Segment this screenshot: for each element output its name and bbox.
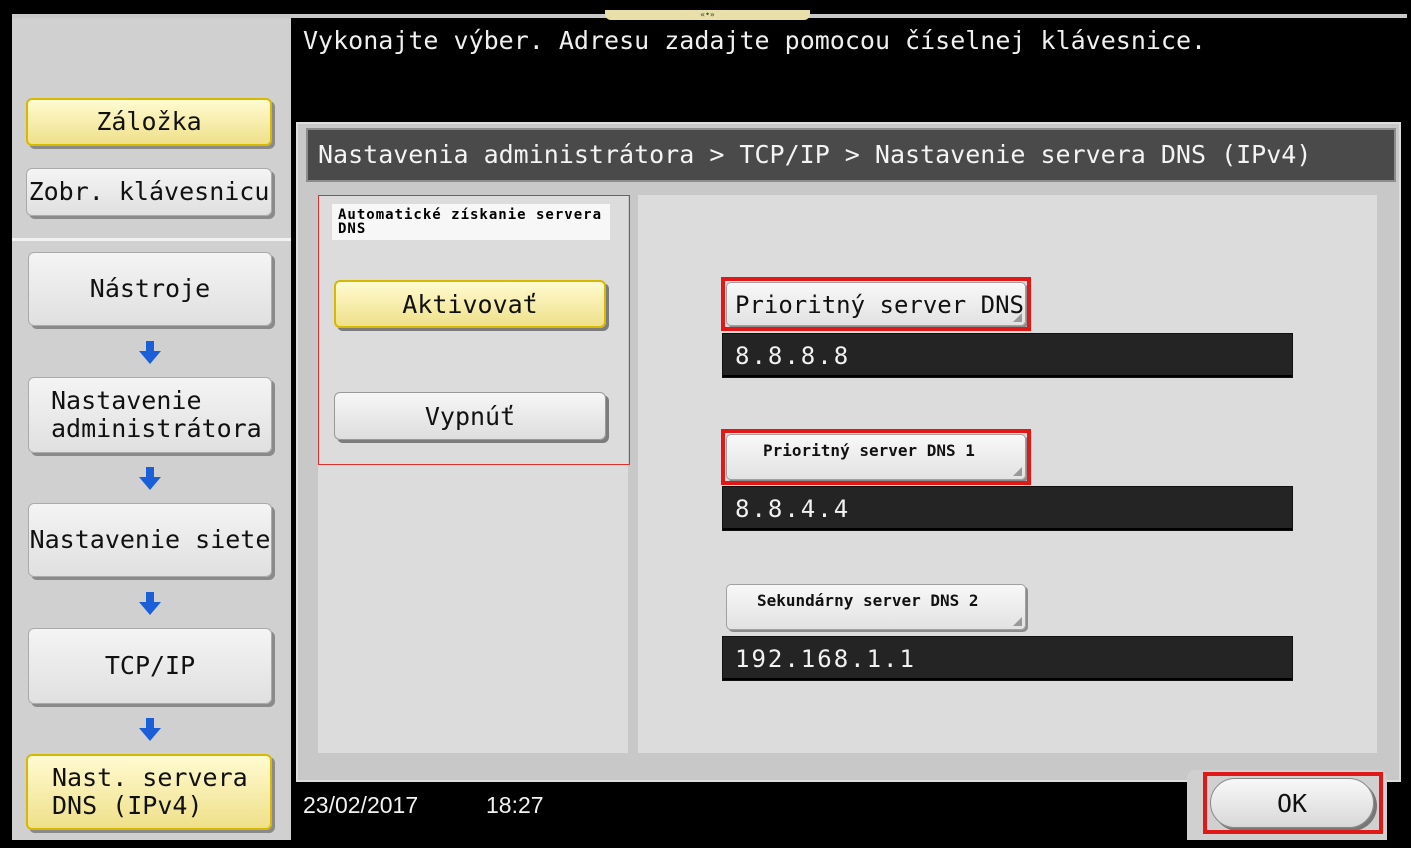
- show-keyboard-label: Zobr. klávesnicu: [28, 177, 270, 206]
- sidebar-item-label: Nastavenie administrátora: [51, 386, 262, 443]
- sidebar-item-tools[interactable]: Nástroje: [28, 252, 272, 326]
- enable-label: Aktivovať: [402, 289, 538, 319]
- primary-dns-1-field[interactable]: 8.8.4.4: [722, 486, 1293, 531]
- bookmark-label: Záložka: [96, 107, 202, 136]
- sidebar-item-network-settings[interactable]: Nastavenie siete: [28, 503, 272, 577]
- primary-dns-field[interactable]: 8.8.8.8: [722, 333, 1293, 378]
- secondary-dns-2-label: Sekundárny server DNS 2: [757, 591, 979, 610]
- secondary-dns-2-field[interactable]: 192.168.1.1: [722, 636, 1293, 681]
- breadcrumb: Nastavenia administrátora > TCP/IP > Nas…: [306, 128, 1396, 182]
- time-display: 18:27: [486, 792, 544, 818]
- auto-dns-label: Automatické získanie servera DNS: [332, 204, 610, 240]
- instruction-message: Vykonajte výber. Adresu zadajte pomocou …: [303, 26, 1207, 55]
- disable-button[interactable]: Vypnúť: [334, 392, 606, 440]
- sidebar-divider: [12, 238, 291, 241]
- arrow-down-icon: [136, 338, 164, 366]
- enable-button[interactable]: Aktivovať: [334, 280, 606, 328]
- sidebar-item-dns-settings[interactable]: Nast. servera DNS (IPv4): [26, 754, 272, 830]
- date-display: 23/02/2017: [303, 792, 419, 818]
- sidebar-item-tcpip[interactable]: TCP/IP: [28, 628, 272, 704]
- disable-label: Vypnúť: [424, 401, 516, 431]
- top-handle[interactable]: «•»: [605, 10, 810, 20]
- arrow-down-icon: [136, 464, 164, 492]
- status-bar: [296, 782, 1196, 840]
- secondary-dns-2-button[interactable]: Sekundárny server DNS 2: [726, 584, 1026, 630]
- arrow-down-icon: [136, 715, 164, 743]
- show-keyboard-button[interactable]: Zobr. klávesnicu: [26, 168, 272, 216]
- arrow-down-icon: [136, 589, 164, 617]
- primary-dns-1-highlight: [721, 429, 1031, 485]
- ok-highlight: [1203, 772, 1383, 834]
- primary-dns-highlight: [721, 277, 1031, 331]
- sidebar-item-label: Nast. servera DNS (IPv4): [52, 763, 248, 820]
- bookmark-button[interactable]: Záložka: [26, 98, 272, 146]
- sidebar-item-admin-settings[interactable]: Nastavenie administrátora: [28, 377, 272, 453]
- sidebar-item-label: Nástroje: [89, 274, 211, 303]
- sidebar-item-label: Nastavenie siete: [29, 525, 271, 554]
- corner-icon: [1013, 617, 1022, 626]
- sidebar-item-label: TCP/IP: [104, 651, 196, 680]
